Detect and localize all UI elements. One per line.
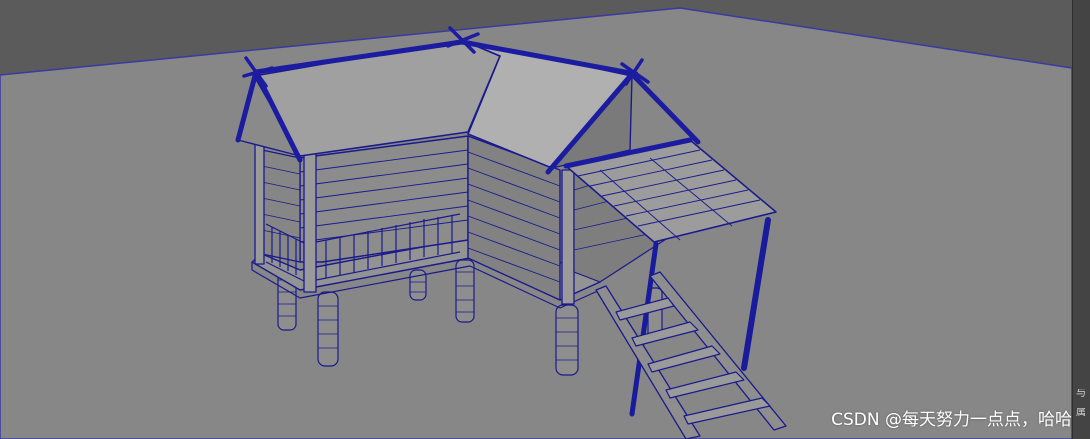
side-panel-label-top[interactable]: 与	[1076, 389, 1088, 399]
front-wall-left	[299, 135, 469, 263]
stilt-post	[317, 291, 339, 367]
stilt-post	[455, 259, 475, 323]
side-panel-label-bottom[interactable]: 属	[1076, 408, 1088, 418]
watermark-text: CSDN @每天努力一点点，哈哈	[831, 410, 1072, 430]
viewport-scene[interactable]	[0, 0, 1090, 439]
3d-viewport[interactable]: 与 属 CSDN @每天努力一点点，哈哈	[0, 0, 1090, 439]
side-panel-strip[interactable]	[1072, 0, 1090, 439]
stilt-post	[555, 304, 579, 376]
